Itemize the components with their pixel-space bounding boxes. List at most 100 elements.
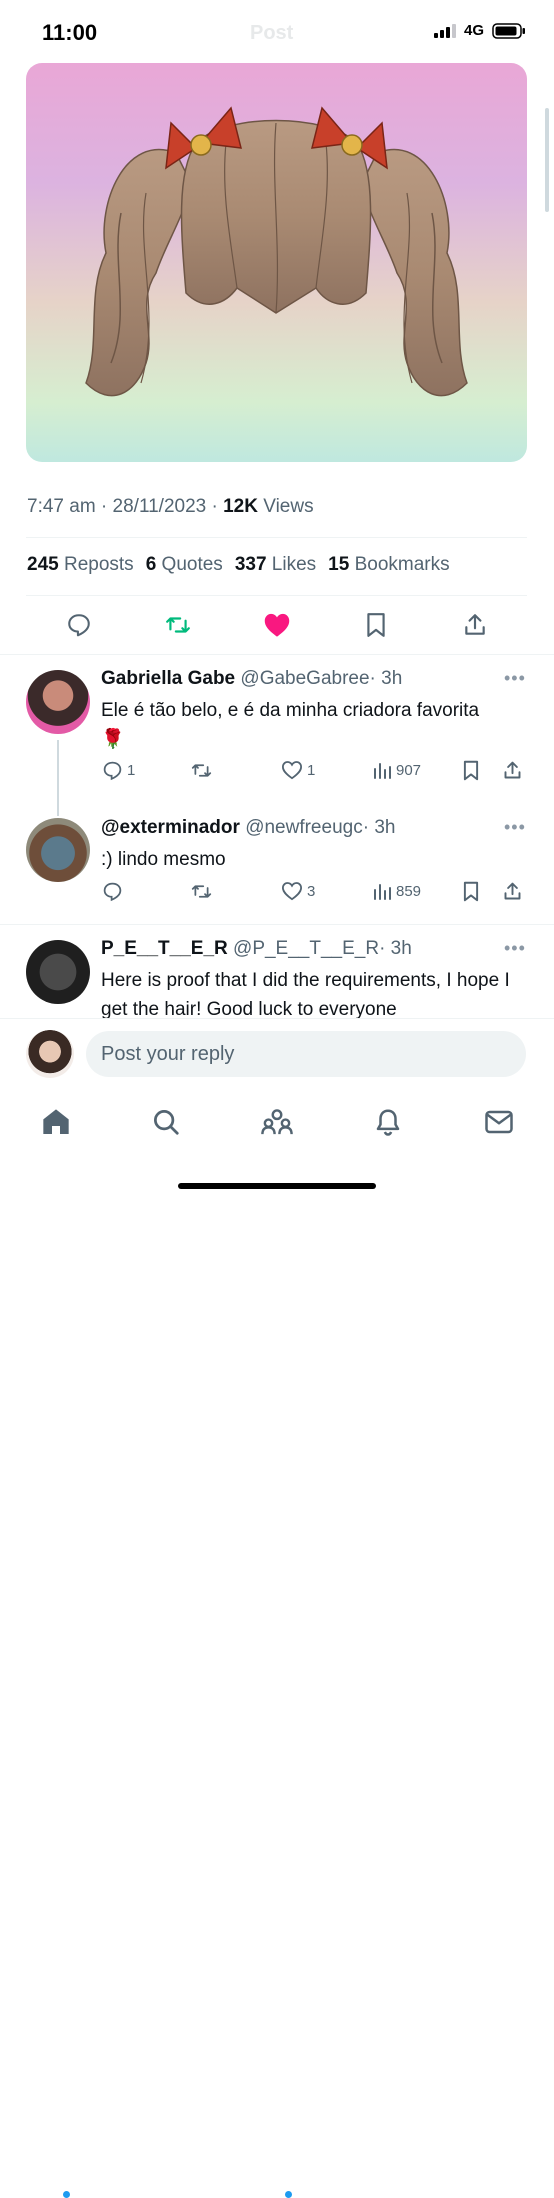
reply-actions: 1 1 907 xyxy=(100,760,530,788)
rose-emoji: 🌹 xyxy=(101,729,125,750)
reply-like-button[interactable]: 1 xyxy=(281,760,315,780)
reply-time: · 3h xyxy=(379,938,412,959)
tab-notifications[interactable] xyxy=(370,1104,406,1140)
reply-count: 1 xyxy=(127,762,136,779)
post-timestamp-row: 7:47 am · 28/11/2023 · 12K Views xyxy=(27,496,314,518)
avatar[interactable] xyxy=(26,670,90,734)
battery-icon xyxy=(492,22,525,39)
reply-header: @exterminador @newfreeugc· 3h xyxy=(101,817,395,839)
reply-text: Ele é tão belo, e é da minha criadora fa… xyxy=(101,696,511,754)
like-count: 3 xyxy=(307,882,316,900)
quotes-label: Quotes xyxy=(161,554,223,575)
views-label: Views xyxy=(257,496,314,517)
hair-illustration xyxy=(85,106,468,397)
section-separator xyxy=(0,654,554,655)
notifications-icon xyxy=(376,1109,400,1136)
avatar[interactable] xyxy=(26,818,90,882)
bookmark-button[interactable] xyxy=(356,605,396,645)
tab-messages[interactable] xyxy=(481,1104,517,1140)
bookmarks-stat[interactable]: 15 Bookmarks xyxy=(328,554,449,576)
quotes-stat[interactable]: 6 Quotes xyxy=(146,554,223,576)
analytics-icon xyxy=(374,763,391,779)
reply-icon xyxy=(103,882,122,902)
scrollbar[interactable] xyxy=(545,108,549,212)
quotes-count: 6 xyxy=(145,554,157,575)
tab-home[interactable] xyxy=(38,1104,74,1140)
reply-author-handle[interactable]: @newfreeugc xyxy=(245,817,363,838)
reply-button[interactable] xyxy=(59,605,99,645)
reply-author-handle[interactable]: @GabeGabree xyxy=(240,668,369,689)
reply-actions: 3 859 xyxy=(100,881,530,909)
search-icon xyxy=(154,1110,179,1135)
repost-button[interactable] xyxy=(158,605,198,645)
bookmarks-label: Bookmarks xyxy=(354,554,450,575)
post-action-bar xyxy=(0,605,554,649)
reply-body: :) lindo mesmo xyxy=(101,849,226,870)
likes-stat[interactable]: 337 Likes xyxy=(235,554,316,576)
divider xyxy=(26,595,527,596)
reply-header: Gabriella Gabe @GabeGabree· 3h xyxy=(101,668,402,690)
communities-icon xyxy=(261,1109,293,1135)
more-options-button[interactable]: ••• xyxy=(504,938,526,959)
views-count: 12K xyxy=(223,496,258,517)
tab-communities[interactable] xyxy=(259,1104,295,1140)
reply-author-name[interactable]: P_E__T__E_R xyxy=(101,938,228,959)
reposts-label: Reposts xyxy=(63,554,134,575)
like-button[interactable] xyxy=(257,605,297,645)
avatar[interactable] xyxy=(26,940,90,1004)
reply-body: Ele é tão belo, e é da minha criadora fa… xyxy=(101,700,480,721)
reply-body: Here is proof that I did the requirement… xyxy=(101,970,510,1020)
post-media-image[interactable] xyxy=(26,63,527,462)
reply-repost-button[interactable] xyxy=(190,760,213,781)
reply-icon xyxy=(103,761,122,781)
reply-input[interactable]: Post your reply xyxy=(86,1031,526,1077)
section-separator xyxy=(0,924,554,925)
reply-bookmark-button[interactable] xyxy=(462,760,480,781)
repost-icon xyxy=(166,617,190,633)
like-count: 1 xyxy=(307,761,316,779)
repost-icon xyxy=(191,764,212,777)
messages-icon xyxy=(485,1110,513,1134)
share-icon xyxy=(504,761,521,779)
reply-reply-button[interactable] xyxy=(102,881,123,902)
reply-views-button[interactable]: 859 xyxy=(372,881,421,901)
like-icon xyxy=(281,882,303,901)
reply-header: P_E__T__E_R @P_E__T__E_R· 3h xyxy=(101,938,412,960)
reply-author-name[interactable]: @exterminador xyxy=(101,817,240,838)
share-button[interactable] xyxy=(455,605,495,645)
reply-views-button[interactable]: 907 xyxy=(372,760,421,780)
signal-icon xyxy=(433,23,456,38)
reposts-stat[interactable]: 245 Reposts xyxy=(27,554,134,576)
thread-line xyxy=(57,740,59,816)
reply-like-button[interactable]: 3 xyxy=(281,881,315,901)
reply-author-name[interactable]: Gabriella Gabe xyxy=(101,668,235,689)
post-timestamp: 7:47 am · 28/11/2023 · xyxy=(27,496,224,517)
reply-reply-button[interactable]: 1 xyxy=(102,760,135,781)
more-options-button[interactable]: ••• xyxy=(504,668,526,689)
current-user-avatar[interactable] xyxy=(26,1030,74,1078)
bookmarks-count: 15 xyxy=(328,554,350,575)
reposts-count: 245 xyxy=(27,554,59,575)
network-type: 4G xyxy=(463,22,484,39)
reply-author-handle[interactable]: @P_E__T__E_R xyxy=(233,938,379,959)
reply-text: Here is proof that I did the requirement… xyxy=(101,966,511,1024)
divider xyxy=(26,537,527,538)
status-icons: 4G xyxy=(433,22,526,39)
reply-icon xyxy=(68,614,90,637)
views-count: 907 xyxy=(396,761,422,779)
reply-compose-bar: Post your reply xyxy=(0,1018,554,1091)
bookmark-icon xyxy=(463,881,479,902)
like-icon xyxy=(281,761,303,780)
reply-text: :) lindo mesmo xyxy=(101,845,511,874)
more-options-button[interactable]: ••• xyxy=(504,817,526,838)
reply-repost-button[interactable] xyxy=(190,881,213,902)
analytics-icon xyxy=(374,884,391,900)
reply-time: · 3h xyxy=(362,817,396,838)
reply-time: · 3h xyxy=(369,668,403,689)
reply-bookmark-button[interactable] xyxy=(462,881,480,902)
tab-search[interactable] xyxy=(148,1104,184,1140)
reply-share-button[interactable] xyxy=(502,760,523,781)
reply-share-button[interactable] xyxy=(502,881,523,902)
bookmark-icon xyxy=(367,613,385,637)
share-icon xyxy=(504,882,521,900)
